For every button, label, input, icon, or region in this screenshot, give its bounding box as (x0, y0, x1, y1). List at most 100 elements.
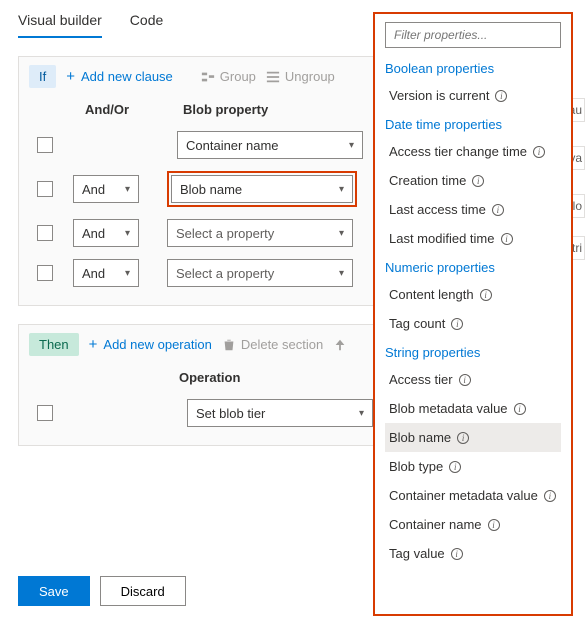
save-button[interactable]: Save (18, 576, 90, 606)
property-item-label: Access tier change time (389, 144, 527, 159)
if-pill: If (29, 65, 56, 88)
property-item-label: Blob metadata value (389, 401, 508, 416)
chevron-down-icon: ▾ (339, 228, 344, 239)
group-label: Group (220, 69, 256, 84)
property-item[interactable]: Version is current i (385, 81, 561, 110)
row-checkbox[interactable] (37, 181, 53, 197)
col-header-operation: Operation (179, 370, 240, 385)
info-icon[interactable]: i (451, 548, 463, 560)
ungroup-label: Ungroup (285, 69, 335, 84)
andor-value: And (82, 182, 105, 197)
plus-icon: + (66, 69, 75, 84)
add-clause-button[interactable]: + Add new clause (66, 69, 173, 84)
property-item-label: Access tier (389, 372, 453, 387)
property-item[interactable]: Last modified time i (385, 224, 561, 253)
chevron-down-icon: ▾ (339, 268, 344, 279)
group-icon (201, 70, 215, 84)
property-dropdown-panel: Boolean properties Version is current i Dat… (373, 12, 573, 616)
property-item[interactable]: Access tier i (385, 365, 561, 394)
property-item[interactable]: Blob name i (385, 423, 561, 452)
property-item[interactable]: Tag count i (385, 309, 561, 338)
info-icon[interactable]: i (488, 519, 500, 531)
ungroup-button[interactable]: Ungroup (266, 69, 335, 84)
property-item[interactable]: Creation time i (385, 166, 561, 195)
andor-select[interactable]: And ▾ (73, 259, 139, 287)
info-icon[interactable]: i (501, 233, 513, 245)
blob-property-value: Blob name (180, 182, 242, 197)
property-group-header: String properties (385, 338, 561, 365)
info-icon[interactable]: i (514, 403, 526, 415)
plus-icon: + (89, 337, 98, 352)
chevron-down-icon: ▾ (125, 184, 130, 195)
property-item[interactable]: Container name i (385, 510, 561, 539)
property-item-label: Last modified time (389, 231, 495, 246)
blob-property-select[interactable]: Select a property ▾ (167, 259, 353, 287)
info-icon[interactable]: i (449, 461, 461, 473)
blob-property-placeholder: Select a property (176, 226, 274, 241)
filter-properties-input[interactable] (385, 22, 561, 48)
blob-property-select[interactable]: Blob name ▾ (171, 175, 353, 203)
row-checkbox[interactable] (37, 137, 53, 153)
chevron-down-icon: ▾ (125, 268, 130, 279)
ungroup-icon (266, 70, 280, 84)
info-icon[interactable]: i (544, 490, 556, 502)
property-item-label: Content length (389, 287, 474, 302)
info-icon[interactable]: i (472, 175, 484, 187)
info-icon[interactable]: i (533, 146, 545, 158)
arrow-up-icon (333, 338, 347, 352)
tab-code[interactable]: Code (130, 12, 163, 38)
then-pill: Then (29, 333, 79, 356)
property-item[interactable]: Blob metadata value i (385, 394, 561, 423)
info-icon[interactable]: i (457, 432, 469, 444)
chevron-down-icon: ▾ (125, 228, 130, 239)
delete-section-label: Delete section (241, 337, 323, 352)
chevron-down-icon: ▾ (359, 408, 364, 419)
col-header-andor: And/Or (85, 102, 165, 117)
property-group-header: Numeric properties (385, 253, 561, 280)
blob-property-placeholder: Select a property (176, 266, 274, 281)
blob-property-value: Container name (186, 138, 279, 153)
trash-icon (222, 338, 236, 352)
chevron-down-icon: ▾ (349, 140, 354, 151)
move-up-button[interactable] (333, 338, 347, 352)
property-item[interactable]: Last access timei (385, 195, 561, 224)
add-operation-button[interactable]: + Add new operation (89, 337, 212, 352)
delete-section-button[interactable]: Delete section (222, 337, 323, 352)
add-clause-label: Add new clause (81, 69, 173, 84)
property-item-label: Tag value (389, 546, 445, 561)
property-group-header: Date time properties (385, 110, 561, 137)
andor-value: And (82, 266, 105, 281)
highlighted-select-wrap: Blob name ▾ (167, 171, 357, 207)
property-item[interactable]: Tag value i (385, 539, 561, 568)
property-item-label: Container name (389, 517, 482, 532)
footer-actions: Save Discard (18, 576, 186, 606)
andor-select[interactable]: And ▾ (73, 219, 139, 247)
property-item-label: Blob name (389, 430, 451, 445)
row-checkbox[interactable] (37, 265, 53, 281)
property-item[interactable]: Access tier change time i (385, 137, 561, 166)
property-item[interactable]: Blob type i (385, 452, 561, 481)
property-item-label: Tag count (389, 316, 445, 331)
property-item-label: Container metadata value (389, 488, 538, 503)
property-group-header: Boolean properties (385, 54, 561, 81)
property-item[interactable]: Content length i (385, 280, 561, 309)
info-icon[interactable]: i (451, 318, 463, 330)
operation-select[interactable]: Set blob tier ▾ (187, 399, 373, 427)
property-item-label: Creation time (389, 173, 466, 188)
andor-value: And (82, 226, 105, 241)
blob-property-select[interactable]: Container name ▾ (177, 131, 363, 159)
info-icon[interactable]: i (495, 90, 507, 102)
property-item-label: Blob type (389, 459, 443, 474)
blob-property-select[interactable]: Select a property ▾ (167, 219, 353, 247)
group-button[interactable]: Group (201, 69, 256, 84)
tab-visual-builder[interactable]: Visual builder (18, 12, 102, 38)
info-icon[interactable]: i (492, 204, 504, 216)
property-item-label: Version is current (389, 88, 489, 103)
andor-select[interactable]: And ▾ (73, 175, 139, 203)
property-item[interactable]: Container metadata value i (385, 481, 561, 510)
row-checkbox[interactable] (37, 405, 53, 421)
discard-button[interactable]: Discard (100, 576, 186, 606)
info-icon[interactable]: i (459, 374, 471, 386)
row-checkbox[interactable] (37, 225, 53, 241)
info-icon[interactable]: i (480, 289, 492, 301)
